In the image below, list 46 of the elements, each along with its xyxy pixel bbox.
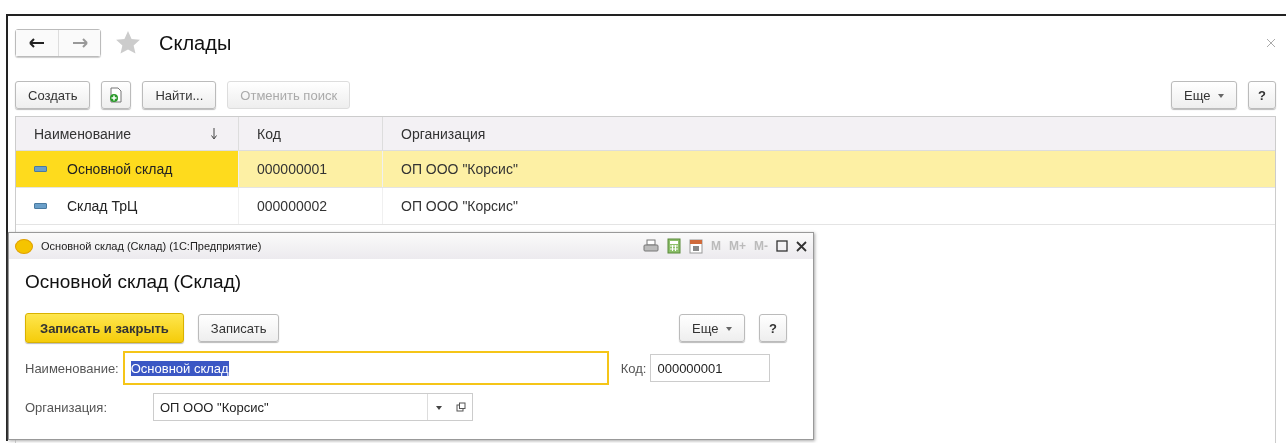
dialog-title: Основной склад (Склад) (1С:Предприятие) (41, 240, 262, 252)
open-icon[interactable] (456, 402, 466, 412)
toolbar-button[interactable]: Создать (15, 81, 91, 109)
code-field[interactable]: 000000001 (650, 354, 771, 382)
table-cell-text: ОП ООО "Корсис" (400, 197, 519, 216)
save-close-button[interactable]: Записать и закрыть (25, 313, 184, 343)
item-icon (34, 203, 47, 209)
field-label: Организация: (25, 399, 109, 415)
column-header[interactable]: Наименование (16, 117, 239, 150)
toolbar-button[interactable]: Найти... (142, 81, 217, 109)
item-icon (34, 166, 47, 172)
table-cell-text: ОП ООО "Корсис" (400, 160, 519, 179)
name-field[interactable]: Основной склад (122, 351, 609, 385)
table-row[interactable]: Склад ТрЦ 000000002 ОП ООО "Корсис" (16, 188, 1275, 225)
caret-icon (1218, 94, 1225, 99)
more-button[interactable]: Еще (1171, 81, 1238, 109)
column-header[interactable]: Код (239, 117, 383, 150)
help-button[interactable]: ? (1248, 81, 1276, 109)
calculator-icon[interactable] (667, 238, 681, 254)
column-header[interactable]: Организация (383, 117, 1275, 150)
calendar-icon[interactable] (689, 238, 703, 254)
organization-field[interactable]: ОП ООО "Корсис" (153, 393, 473, 421)
form-heading: Основной склад (Склад) (25, 271, 243, 294)
more-button[interactable]: Еще (679, 314, 746, 342)
field-label: Наименование: (25, 360, 119, 376)
close-icon[interactable] (796, 240, 807, 252)
document-plus-icon (109, 87, 124, 103)
back-button[interactable] (16, 30, 58, 56)
left-arrow-icon (29, 38, 45, 48)
add-copy-button[interactable] (101, 81, 132, 109)
help-button[interactable]: ? (759, 314, 787, 342)
table-cell: Основной склад (67, 161, 173, 177)
table-cell: 000000001 (239, 151, 383, 187)
star-icon[interactable] (115, 30, 141, 56)
save-button[interactable]: Записать (197, 314, 280, 342)
table-cell: 000000002 (239, 188, 383, 224)
window-title: Склады (159, 31, 232, 55)
table-cell: Склад ТрЦ (67, 198, 138, 214)
caret-icon (726, 327, 733, 332)
maximize-icon[interactable] (776, 240, 788, 252)
field-label: Код: (620, 360, 647, 376)
sort-down-icon (210, 127, 218, 140)
printer-icon[interactable] (643, 239, 659, 253)
right-arrow-icon (71, 38, 88, 48)
table-row[interactable]: Основной склад 000000001 ОП ООО "Корсис" (16, 151, 1275, 188)
logo-icon (15, 238, 33, 254)
